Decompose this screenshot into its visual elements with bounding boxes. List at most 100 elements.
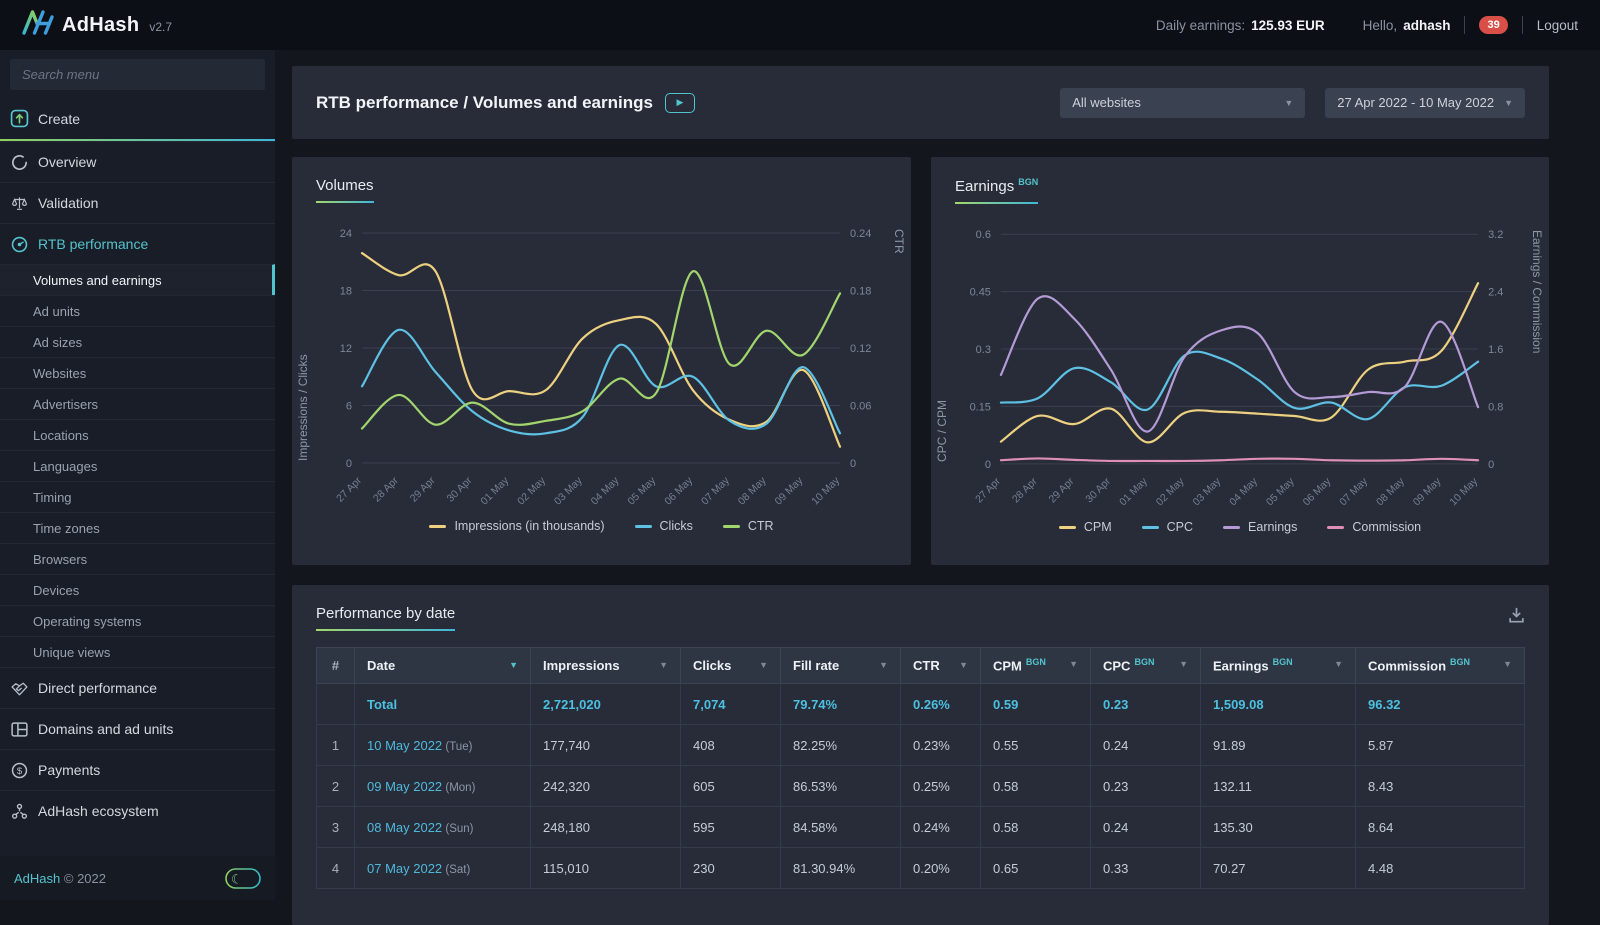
column-header-cpm[interactable]: CPMBGN▼: [981, 648, 1091, 684]
sidebar-subitem-advertisers[interactable]: Advertisers: [0, 388, 275, 419]
footer-brand-link[interactable]: AdHash: [14, 871, 60, 886]
cpm-cell: 0.59: [981, 684, 1091, 725]
column-label: Clicks: [693, 658, 731, 673]
sidebar-item-label: Domains and ad units: [38, 721, 173, 737]
notifications-badge[interactable]: 39: [1479, 16, 1507, 34]
daily-earnings-value: 125.93 EUR: [1251, 18, 1325, 33]
sidebar-subitem-languages[interactable]: Languages: [0, 450, 275, 481]
sidebar-subitem-locations[interactable]: Locations: [0, 419, 275, 450]
date-link[interactable]: 10 May 2022: [367, 738, 442, 753]
legend-item-clicks[interactable]: Clicks: [635, 519, 693, 533]
legend-swatch: [723, 525, 740, 528]
sidebar-item-rtb-performance[interactable]: RTB performance: [0, 223, 275, 264]
sidebar-subitem-operating-systems[interactable]: Operating systems: [0, 605, 275, 636]
sidebar-item-validation[interactable]: Validation: [0, 182, 275, 223]
x-axis-tick: 29 Apr: [1047, 476, 1077, 506]
column-header-cpc[interactable]: CPCBGN▼: [1091, 648, 1201, 684]
column-header-earnings[interactable]: EarningsBGN▼: [1201, 648, 1356, 684]
volumes-chart-card: Volumes Impressions / Clicks CTR 240.241…: [292, 157, 911, 565]
legend-item-impressions-in-thousands-[interactable]: Impressions (in thousands): [429, 519, 604, 533]
column-header-fill-rate[interactable]: Fill rate▼: [781, 648, 901, 684]
table-row: 209 May 2022 (Mon)242,32060586.53%0.25%0…: [317, 766, 1525, 807]
sidebar-subitem-time-zones[interactable]: Time zones: [0, 512, 275, 543]
sidebar-item-adhash-ecosystem[interactable]: AdHash ecosystem: [0, 790, 275, 831]
sidebar-subitem-websites[interactable]: Websites: [0, 357, 275, 388]
date-cell: 07 May 2022 (Sat): [355, 848, 531, 889]
username: adhash: [1403, 18, 1450, 33]
sidebar-item-label: Create: [38, 111, 80, 127]
sidebar-item-domains-and-ad-units[interactable]: Domains and ad units: [0, 708, 275, 749]
column-label: Fill rate: [793, 658, 839, 673]
legend-item-commission[interactable]: Commission: [1327, 520, 1421, 534]
legend-label: CPM: [1084, 520, 1112, 534]
sidebar-item-payments[interactable]: $Payments: [0, 749, 275, 790]
legend-label: Impressions (in thousands): [454, 519, 604, 533]
sidebar-subitem-unique-views[interactable]: Unique views: [0, 636, 275, 667]
direct-performance-icon: [10, 679, 29, 698]
volumes-chart: 240.24180.18120.1260.060027 Apr28 Apr29 …: [316, 211, 887, 511]
legend-label: CTR: [748, 519, 774, 533]
sidebar-subitem-volumes-and-earnings[interactable]: Volumes and earnings: [0, 264, 275, 295]
row-number-cell: 2: [317, 766, 355, 807]
column-header-clicks[interactable]: Clicks▼: [681, 648, 781, 684]
sidebar-item-overview[interactable]: Overview: [0, 141, 275, 182]
page-header-card: RTB performance / Volumes and earnings ▶…: [292, 66, 1549, 139]
column-header-date[interactable]: Date▼: [355, 648, 531, 684]
legend-item-earnings[interactable]: Earnings: [1223, 520, 1297, 534]
logout-button[interactable]: Logout: [1537, 18, 1578, 33]
y-axis-tick-left: 18: [340, 286, 352, 298]
date-range-picker[interactable]: 27 Apr 2022 - 10 May 2022 ▼: [1325, 88, 1525, 118]
sidebar-item-direct-performance[interactable]: Direct performance: [0, 667, 275, 708]
sidebar-subitem-browsers[interactable]: Browsers: [0, 543, 275, 574]
website-filter-select[interactable]: All websites ▼: [1060, 88, 1305, 118]
download-icon[interactable]: [1508, 607, 1525, 629]
earnings-cell: 132.11: [1201, 766, 1356, 807]
x-axis-tick: 03 May: [552, 474, 585, 507]
table-total-row: Total2,721,0207,07479.74%0.26%0.590.231,…: [317, 684, 1525, 725]
sidebar-subitem-timing[interactable]: Timing: [0, 481, 275, 512]
x-axis-tick: 06 May: [662, 474, 695, 507]
y-axis-tick-left: 0.15: [970, 401, 991, 413]
x-axis-tick: 04 May: [589, 474, 622, 507]
daily-earnings-label: Daily earnings:: [1156, 18, 1245, 33]
sidebar-item-create[interactable]: Create: [0, 98, 275, 139]
y-axis-tick-right: 0.8: [1488, 401, 1503, 413]
column-header-commission[interactable]: CommissionBGN▼: [1356, 648, 1525, 684]
y-axis-tick-left: 0: [346, 458, 352, 470]
sidebar-subitem-ad-sizes[interactable]: Ad sizes: [0, 326, 275, 357]
performance-table: #Date▼Impressions▼Clicks▼Fill rate▼CTR▼C…: [316, 647, 1525, 889]
cpc-cell: 0.24: [1091, 807, 1201, 848]
impressions-cell: 242,320: [531, 766, 681, 807]
play-report-button[interactable]: ▶: [665, 93, 695, 113]
sort-caret-icon: ▼: [659, 660, 668, 670]
theme-toggle[interactable]: ☾: [225, 868, 261, 889]
divider: [1464, 16, 1465, 34]
x-axis-tick: 05 May: [1265, 476, 1298, 509]
sidebar-item-label: RTB performance: [38, 236, 148, 252]
date-link[interactable]: 09 May 2022: [367, 779, 442, 794]
legend-swatch: [1327, 526, 1344, 529]
column-header-ctr[interactable]: CTR▼: [901, 648, 981, 684]
sort-caret-icon: ▼: [1334, 659, 1343, 669]
cpm-cell: 0.65: [981, 848, 1091, 889]
cpm-cell: 0.55: [981, 725, 1091, 766]
commission-cell: 8.64: [1356, 807, 1525, 848]
date-link[interactable]: 08 May 2022: [367, 820, 442, 835]
clicks-cell: 230: [681, 848, 781, 889]
sidebar-subitem-devices[interactable]: Devices: [0, 574, 275, 605]
legend-item-ctr[interactable]: CTR: [723, 519, 774, 533]
y-axis-tick-right: 1.6: [1488, 344, 1503, 356]
column-header-num[interactable]: #: [317, 648, 355, 684]
page-title: RTB performance / Volumes and earnings: [316, 93, 653, 113]
sort-caret-icon: ▼: [509, 660, 518, 670]
adhash-logo-icon: [22, 9, 54, 41]
adhash-logo[interactable]: AdHash v2.7: [22, 9, 172, 41]
legend-item-cpm[interactable]: CPM: [1059, 520, 1112, 534]
sidebar-subitem-ad-units[interactable]: Ad units: [0, 295, 275, 326]
y-axis-tick-left: 0: [985, 459, 991, 471]
date-link[interactable]: 07 May 2022: [367, 861, 442, 876]
search-input[interactable]: [10, 59, 265, 90]
legend-item-cpc[interactable]: CPC: [1142, 520, 1193, 534]
fill-rate-cell: 79.74%: [781, 684, 901, 725]
column-header-impressions[interactable]: Impressions▼: [531, 648, 681, 684]
